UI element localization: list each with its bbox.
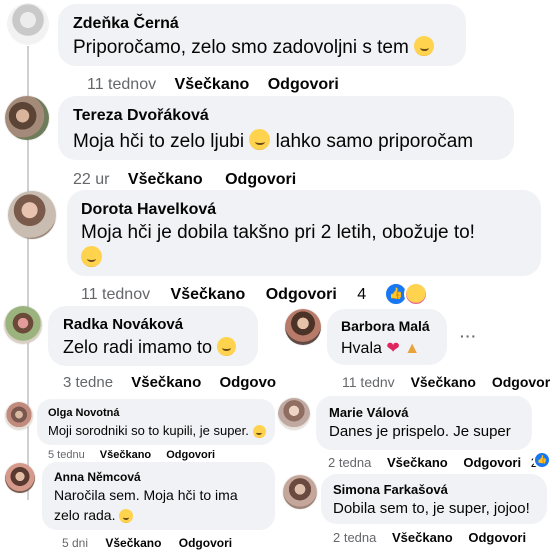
heart-icon: ❤ [386, 340, 400, 357]
comment-meta: 2 tedna Všečkano Odgovori [333, 530, 526, 545]
comment-time[interactable]: 22 ur [73, 171, 109, 188]
more-options-button[interactable]: ··· [460, 328, 477, 344]
comment-text-body: Priporočamo, zelo smo zadovoljni s tem [73, 37, 409, 58]
commenter-name[interactable]: Barbora Malá [341, 318, 430, 334]
avatar[interactable] [8, 191, 56, 239]
avatar[interactable] [285, 309, 321, 345]
reply-button[interactable]: Odgovor [492, 374, 550, 390]
care-reaction-icon[interactable] [404, 282, 428, 306]
commenter-name[interactable]: Simona Farkašová [333, 482, 448, 497]
comment-time[interactable]: 5 dni [62, 536, 88, 550]
comment-text: Dobila sem to, je super, jojoo! [333, 500, 530, 517]
reply-button[interactable]: Odgovori [468, 530, 526, 545]
reply-button[interactable]: Odgovori [179, 536, 232, 550]
comment-time[interactable]: 3 tedne [63, 374, 113, 391]
like-button[interactable]: Všečkano [131, 374, 201, 391]
comment-text: Moja hči je dobila takšno pri 2 letih, o… [81, 222, 475, 243]
comment-meta: 5 tednu Všečkano Odgovori [48, 449, 215, 461]
comment-time[interactable]: 2 tedna [328, 455, 371, 470]
avatar[interactable] [5, 463, 35, 493]
like-reaction-icon[interactable]: 👍 [533, 451, 550, 469]
comment-text-body: Moji sorodniki so to kupili, je super. [48, 423, 249, 438]
comment-meta: 11 tednov Všečkano Odgovori [87, 76, 339, 94]
comment-meta: 22 ur Všečkano Odgovori [73, 171, 296, 189]
avatar[interactable] [5, 402, 33, 430]
comment-bubble: Radka Nováková Zelo radi imamo to [48, 306, 258, 366]
comment-text: Naročila sem. Moja hči to ima [54, 487, 238, 503]
comment-text-body: Moja hči to zelo ljubi [73, 131, 245, 152]
like-button[interactable]: Všečkano [387, 455, 448, 470]
reply-button[interactable]: Odgovori [268, 76, 339, 93]
reaction-count[interactable]: 4 [357, 286, 366, 303]
comment-text-body: zelo rada. [54, 507, 116, 523]
comment-text-body: Zelo radi imamo to [63, 337, 213, 357]
smiling-face-icon [414, 36, 435, 56]
comment-time[interactable]: 11 tednov [87, 76, 156, 93]
comment-bubble: Anna Němcová Naročila sem. Moja hči to i… [42, 462, 275, 530]
comment-meta: 11 tednov Všečkano Odgovori 4 [81, 286, 366, 304]
reply-button[interactable]: Odgovori [166, 449, 215, 461]
like-button[interactable]: Všečkano [411, 374, 476, 390]
comment-bubble: Barbora Malá Hvala ❤ ▲ [327, 309, 447, 365]
comment-bubble: Dorota Havelková Moja hči je dobila takš… [67, 190, 541, 276]
comment-bubble: Olga Novotná Moji sorodniki so to kupili… [37, 399, 275, 445]
comment-text: zelo rada. [54, 507, 134, 523]
heart-eyes-face-icon [81, 246, 102, 267]
like-button[interactable]: Všečkano [100, 449, 151, 461]
comment-bubble: Marie Válová Danes je prispelo. Je super [316, 396, 532, 450]
comment-meta: 11 tednv Všečkano Odgovor [342, 374, 550, 390]
party-popper-icon: ▲ [404, 340, 421, 357]
commenter-name[interactable]: Olga Novotná [48, 407, 120, 419]
comment-bubble: Simona Farkašová Dobila sem to, je super… [321, 474, 547, 524]
smiling-face-icon [119, 509, 134, 523]
avatar[interactable] [278, 398, 310, 430]
commenter-name[interactable]: Tereza Dvořáková [73, 107, 209, 125]
comment-meta: 5 dni Všečkano Odgovori [62, 536, 232, 550]
like-button[interactable]: Všečkano [175, 76, 250, 93]
avatar[interactable] [4, 306, 42, 344]
commenter-name[interactable]: Marie Válová [329, 405, 409, 420]
like-button[interactable]: Všečkano [392, 530, 453, 545]
reply-button[interactable]: Odgovori [266, 286, 337, 303]
comment-bubble: Tereza Dvořáková Moja hči to zelo ljubi … [58, 96, 514, 160]
comment-time[interactable]: 11 tednov [81, 286, 150, 303]
like-button[interactable]: Všečkano [171, 286, 246, 303]
commenter-name[interactable]: Dorota Havelková [81, 201, 216, 219]
comment-text: Zelo radi imamo to [63, 337, 237, 358]
blushing-face-icon [249, 129, 271, 150]
comment-time[interactable]: 11 tednv [342, 374, 395, 390]
comment-time[interactable]: 2 tedna [333, 530, 376, 545]
smiling-face-icon [252, 425, 266, 438]
comment-text: Danes je prispelo. Je super [329, 423, 511, 440]
reply-button[interactable]: Odgovo [219, 374, 276, 391]
avatar[interactable] [283, 475, 317, 509]
reply-button[interactable]: Odgovori [225, 171, 296, 188]
smiling-face-icon [217, 337, 237, 356]
comment-text: Hvala ❤ ▲ [341, 338, 420, 358]
comment-bubble: Zdeňka Černá Priporočamo, zelo smo zadov… [58, 4, 466, 66]
comment-text: Moji sorodniki so to kupili, je super. [48, 423, 266, 438]
comment-text-body: lahko samo priporočam [275, 131, 474, 152]
commenter-name[interactable]: Zdeňka Černá [73, 15, 179, 33]
comment-meta: 2 tedna Všečkano Odgovori 2 [328, 455, 538, 470]
avatar[interactable] [5, 96, 49, 140]
like-button[interactable]: Všečkano [105, 536, 161, 550]
avatar[interactable] [8, 4, 48, 44]
commenter-name[interactable]: Radka Nováková [63, 316, 183, 333]
comment-text: Moja hči to zelo ljubi lahko samo pripor… [73, 129, 473, 153]
like-button[interactable]: Všečkano [128, 171, 203, 188]
comment-time[interactable]: 5 tednu [48, 449, 85, 461]
commenter-name[interactable]: Anna Němcová [54, 470, 141, 484]
reply-button[interactable]: Odgovori [463, 455, 521, 470]
comment-text: Priporočamo, zelo smo zadovoljni s tem [73, 36, 435, 59]
comment-meta: 3 tedne Všečkano Odgovo [63, 374, 276, 391]
comment-text-body: Hvala [341, 340, 382, 357]
